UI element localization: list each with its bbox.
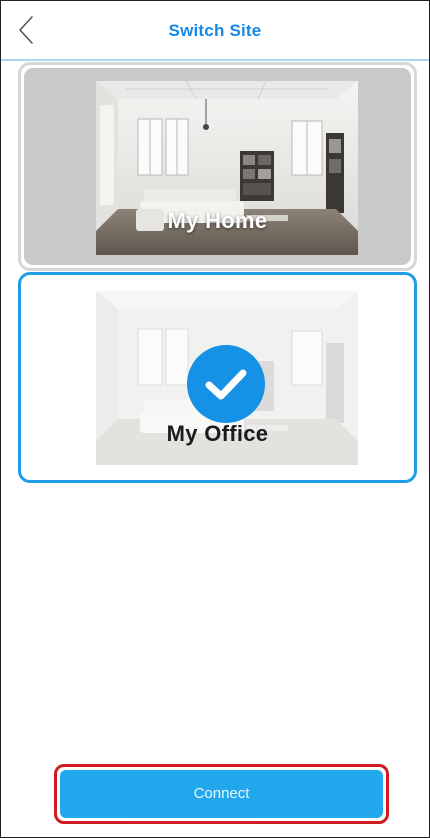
page-title: Switch Site — [168, 21, 262, 40]
selected-check-badge — [187, 345, 265, 423]
site-card-background: My Office — [24, 278, 411, 477]
checkmark-icon — [205, 369, 247, 400]
site-label-my-office: My Office — [166, 421, 269, 446]
site-card-background: My Home — [24, 68, 411, 265]
site-card-my-home[interactable]: My Home — [18, 62, 417, 271]
site-card-my-office[interactable]: My Office — [18, 272, 417, 483]
header-bar: Switch Site — [1, 1, 429, 61]
connect-button[interactable]: Connect — [60, 770, 383, 818]
site-label-my-home: My Home — [167, 208, 268, 233]
connect-button-highlight: Connect — [54, 764, 389, 824]
app-frame: Switch Site My Home My Office Connect — [0, 0, 430, 838]
